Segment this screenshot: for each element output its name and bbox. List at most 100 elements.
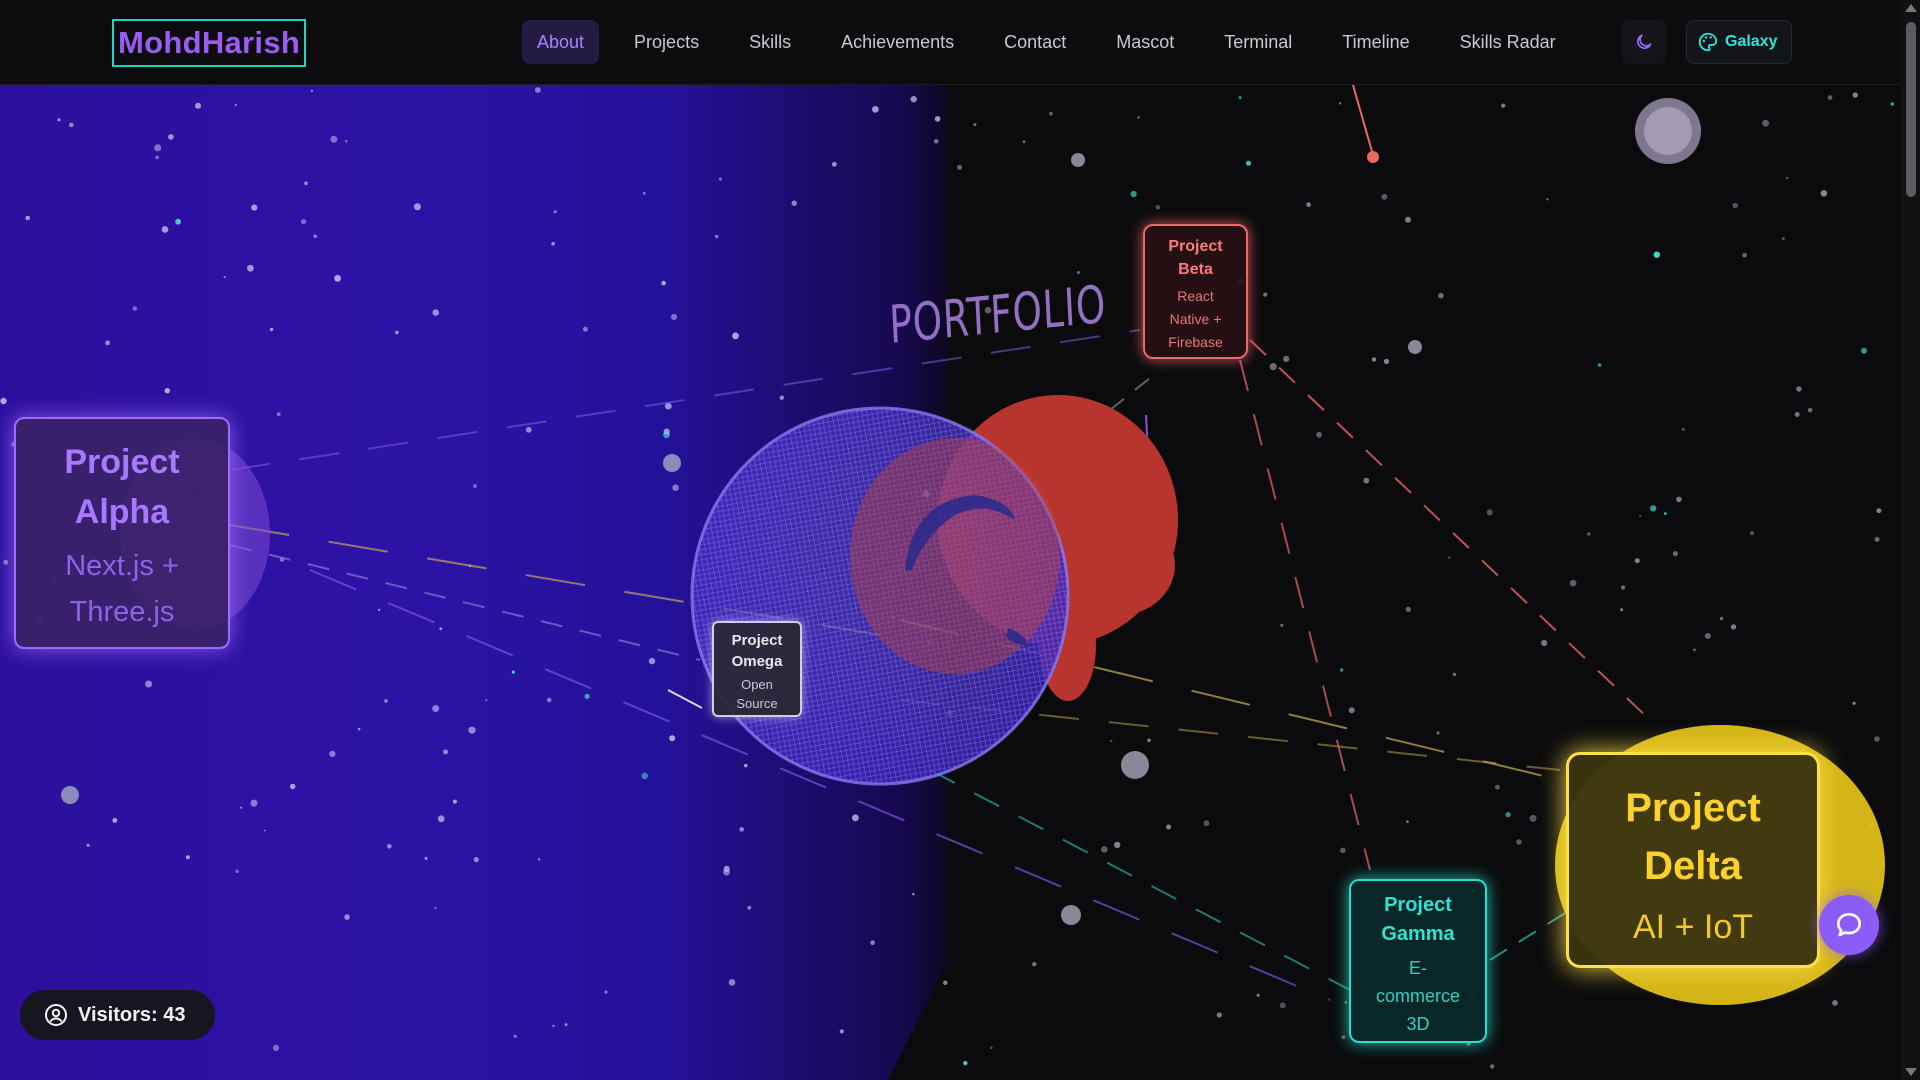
star bbox=[1405, 606, 1411, 613]
theme-toggle-button[interactable] bbox=[1622, 20, 1666, 64]
star bbox=[663, 428, 670, 435]
star bbox=[718, 177, 723, 181]
title-line: Project bbox=[1384, 894, 1452, 916]
nav-link-terminal[interactable]: Terminal bbox=[1209, 20, 1307, 64]
project-tech: E- commerce 3D bbox=[1351, 954, 1485, 1038]
star bbox=[672, 484, 679, 492]
project-tech: AI + IoT bbox=[1633, 908, 1753, 946]
star bbox=[329, 750, 336, 758]
star bbox=[934, 116, 941, 122]
star bbox=[1486, 509, 1493, 516]
tech-line: React bbox=[1177, 288, 1214, 304]
star bbox=[1852, 92, 1858, 98]
star bbox=[1820, 190, 1828, 197]
star bbox=[1494, 784, 1500, 790]
star bbox=[1049, 111, 1053, 116]
star bbox=[1076, 271, 1080, 274]
star bbox=[1569, 579, 1577, 587]
star bbox=[642, 191, 646, 195]
scroll-up-arrow[interactable] bbox=[1905, 4, 1917, 12]
nav-link-skills[interactable]: Skills bbox=[734, 20, 806, 64]
star bbox=[1101, 846, 1108, 853]
chat-button[interactable] bbox=[1819, 895, 1879, 955]
star bbox=[378, 608, 381, 611]
nav-link-achievements[interactable]: Achievements bbox=[826, 20, 969, 64]
project-alpha-card[interactable]: Project Alpha Next.js + Three.js bbox=[14, 417, 230, 649]
project-gamma-card[interactable]: Project Gamma E- commerce 3D bbox=[1349, 879, 1487, 1043]
star bbox=[168, 134, 174, 140]
star bbox=[1371, 357, 1377, 362]
star bbox=[132, 306, 138, 311]
star bbox=[534, 87, 541, 93]
star bbox=[728, 979, 736, 986]
star bbox=[839, 1029, 844, 1034]
star bbox=[1406, 820, 1409, 824]
project-beta-card[interactable]: Project Beta React Native + Firebase bbox=[1143, 224, 1248, 359]
star bbox=[432, 309, 440, 316]
star bbox=[582, 326, 588, 332]
star bbox=[604, 990, 608, 994]
star bbox=[669, 735, 676, 742]
nav-link-about[interactable]: About bbox=[522, 20, 600, 64]
galaxy-theme-button[interactable]: Galaxy bbox=[1686, 20, 1793, 64]
tech-line: Native + bbox=[1169, 311, 1222, 327]
star bbox=[1269, 363, 1277, 371]
star bbox=[1344, 1000, 1347, 1004]
user-circle-icon bbox=[45, 1004, 67, 1026]
tech-line: Source bbox=[736, 696, 778, 711]
title-line: Omega bbox=[731, 653, 783, 670]
tech-line: Three.js bbox=[69, 596, 175, 628]
star bbox=[553, 210, 557, 214]
star bbox=[1704, 632, 1711, 639]
star bbox=[552, 1024, 555, 1028]
page-scrollbar[interactable] bbox=[1901, 0, 1920, 1080]
star bbox=[300, 218, 307, 225]
nav-link-skills-radar[interactable]: Skills Radar bbox=[1445, 20, 1571, 64]
site-logo[interactable]: MohdHarish bbox=[112, 19, 307, 67]
star bbox=[648, 657, 656, 665]
project-delta-card[interactable]: Project Delta AI + IoT bbox=[1566, 752, 1820, 968]
nav-link-timeline[interactable]: Timeline bbox=[1327, 20, 1424, 64]
star bbox=[1438, 292, 1444, 299]
star bbox=[852, 814, 859, 822]
star bbox=[1436, 731, 1440, 735]
star bbox=[1597, 363, 1602, 367]
star bbox=[195, 102, 201, 109]
scroll-down-arrow[interactable] bbox=[1905, 1068, 1917, 1076]
star bbox=[1794, 412, 1800, 417]
star bbox=[1032, 962, 1037, 967]
nav-link-contact[interactable]: Contact bbox=[989, 20, 1081, 64]
nav-link-projects[interactable]: Projects bbox=[619, 20, 714, 64]
star bbox=[1639, 515, 1642, 518]
star bbox=[1876, 508, 1882, 514]
star bbox=[1861, 347, 1867, 354]
star bbox=[973, 123, 977, 127]
star bbox=[443, 749, 448, 755]
star bbox=[933, 139, 939, 144]
star bbox=[1114, 841, 1121, 849]
star bbox=[395, 330, 399, 335]
nav-link-mascot[interactable]: Mascot bbox=[1101, 20, 1189, 64]
title-line: Project bbox=[731, 632, 783, 649]
project-tech: React Native + Firebase bbox=[1145, 285, 1246, 354]
project-omega-card[interactable]: Project Omega Open Source bbox=[712, 621, 802, 717]
star bbox=[1874, 536, 1880, 542]
star bbox=[313, 234, 317, 238]
star bbox=[1516, 839, 1522, 845]
star bbox=[1529, 814, 1537, 822]
star bbox=[1166, 824, 1172, 830]
project-title: Project Gamma bbox=[1351, 891, 1485, 949]
star bbox=[240, 806, 243, 809]
star bbox=[1137, 116, 1140, 119]
tech-line: Next.js + bbox=[65, 550, 179, 582]
star bbox=[912, 893, 915, 896]
title-line: Alpha bbox=[74, 493, 170, 531]
star bbox=[1807, 407, 1813, 413]
scroll-thumb[interactable] bbox=[1906, 22, 1916, 197]
star bbox=[1155, 205, 1161, 210]
star bbox=[670, 313, 678, 320]
star bbox=[269, 327, 274, 332]
star bbox=[485, 699, 488, 702]
star bbox=[105, 340, 110, 346]
star bbox=[1363, 477, 1370, 484]
